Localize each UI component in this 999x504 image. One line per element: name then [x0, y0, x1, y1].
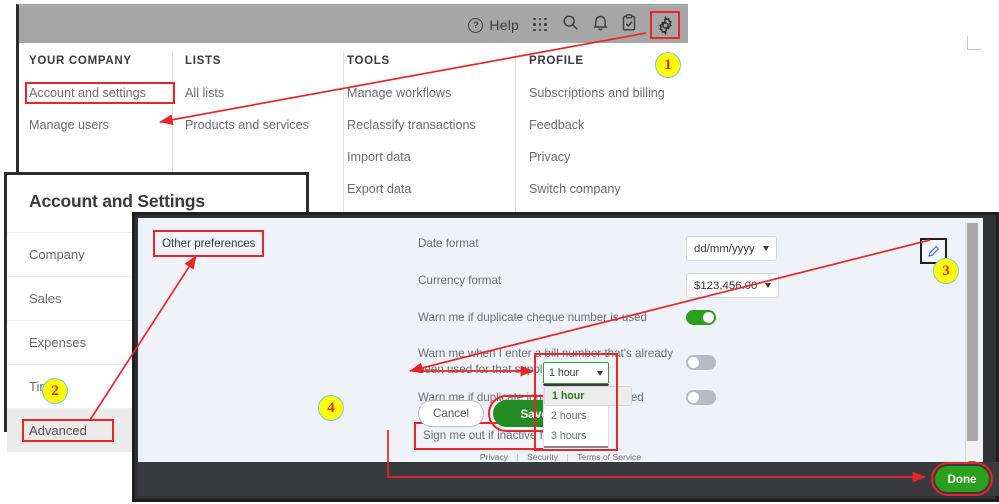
screenshot-root: ? Help YOUR COMPANY Account and settings… [0, 0, 999, 504]
scrollbar-thumb[interactable] [967, 223, 978, 441]
search-icon[interactable] [562, 14, 579, 36]
form-row-duplicate-cheque: Warn me if duplicate cheque number is us… [418, 310, 838, 334]
corner-crop-mark [967, 36, 981, 50]
menu-divider [515, 51, 516, 213]
menu-item-manage-users[interactable]: Manage users [29, 118, 171, 132]
duplicate-journal-toggle[interactable] [686, 390, 716, 405]
menu-column-your-company: YOUR COMPANY Account and settings Manage… [25, 55, 175, 150]
menu-item-feedback[interactable]: Feedback [529, 118, 699, 132]
topbar-icon-group: ? Help [468, 6, 680, 44]
option-1-hour[interactable]: 1 hour [544, 386, 632, 406]
duplicate-bill-toggle[interactable] [686, 355, 716, 370]
field-label: Warn me if duplicate cheque number is us… [418, 311, 647, 324]
menu-column-heading: YOUR COMPANY [29, 55, 132, 67]
sidebar-item-label: Company [29, 247, 85, 262]
app-topbar: ? Help [19, 5, 688, 43]
other-preferences-dialog: Other preferences Date format dd/mm/yyyy [132, 212, 999, 502]
menu-item-export-data[interactable]: Export data [347, 182, 507, 196]
chevron-down-icon [765, 283, 772, 288]
clipboard-check-icon[interactable] [622, 14, 636, 36]
legal-links: Privacy | Security | Terms of Service [138, 452, 983, 462]
field-label: Date format [418, 237, 479, 250]
date-format-value: dd/mm/yyyy [694, 242, 755, 255]
legal-separator: | [566, 452, 569, 462]
security-link[interactable]: Security [527, 452, 558, 462]
menu-item-reclassify-transactions[interactable]: Reclassify transactions [347, 118, 507, 132]
sidebar-item-label: Expenses [29, 335, 87, 350]
menu-column-profile: PROFILE Subscriptions and billing Feedba… [529, 55, 699, 214]
help-label: Help [489, 17, 519, 33]
option-2-hours[interactable]: 2 hours [544, 406, 608, 426]
dropdown-bottom-edge [544, 446, 608, 450]
form-row-date-format: Date format dd/mm/yyyy [418, 236, 838, 261]
preferences-form: Date format dd/mm/yyyy Currency format $… [413, 236, 838, 462]
duplicate-cheque-toggle[interactable] [686, 310, 716, 325]
gear-settings-icon [658, 15, 672, 35]
sidebar-item-label: Sales [29, 291, 62, 306]
pencil-edit-icon [928, 245, 940, 257]
menu-column-heading: LISTS [185, 55, 222, 67]
tab-other-preferences[interactable]: Other preferences [152, 230, 265, 257]
form-row-currency-format: Currency format $123,456.00 [418, 273, 838, 298]
date-format-select[interactable]: dd/mm/yyyy [686, 236, 777, 261]
inactive-duration-trigger[interactable]: 1 hour [543, 362, 609, 384]
menu-column-tools: TOOLS Manage workflows Reclassify transa… [347, 55, 507, 214]
callout-badge-1: 1 [655, 52, 681, 78]
sign-out-inactive-label: Sign me out if inactive for [413, 422, 563, 450]
menu-item-switch-company[interactable]: Switch company [529, 182, 699, 196]
cancel-button[interactable]: Cancel [418, 400, 485, 427]
dialog-scrollbar[interactable] [965, 222, 978, 468]
menu-item-products-and-services[interactable]: Products and services [185, 118, 345, 132]
done-button[interactable]: Done [931, 462, 993, 496]
legal-separator: | [516, 452, 519, 462]
inactive-duration-dropdown: 1 hour 1 hour 2 hours 3 hours [543, 362, 632, 451]
menu-column-lists: LISTS All lists Products and services [185, 55, 345, 150]
currency-format-select[interactable]: $123,456.00 [686, 273, 780, 298]
menu-item-subscriptions-and-billing[interactable]: Subscriptions and billing [529, 86, 699, 100]
page-title: Account and Settings [29, 191, 205, 211]
option-3-hours[interactable]: 3 hours [544, 426, 608, 446]
grid-apps-icon[interactable] [533, 17, 548, 33]
chevron-down-icon [762, 246, 769, 251]
field-label: Currency format [418, 274, 502, 287]
inactive-duration-value: 1 hour [549, 367, 580, 379]
menu-item-import-data[interactable]: Import data [347, 150, 507, 164]
chevron-down-icon [597, 370, 603, 376]
currency-format-value: $123,456.00 [694, 279, 758, 292]
inactive-duration-options: 1 hour 2 hours 3 hours [543, 384, 632, 451]
menu-column-heading: TOOLS [347, 55, 390, 67]
privacy-link[interactable]: Privacy [480, 452, 508, 462]
bell-notification-icon[interactable] [593, 14, 608, 36]
dialog-footer: Done [138, 462, 999, 496]
callout-badge-3: 3 [933, 258, 959, 284]
menu-item-manage-workflows[interactable]: Manage workflows [347, 86, 507, 100]
callout-badge-2: 2 [42, 378, 68, 404]
form-row-duplicate-bill: Warn me when I enter a bill number that'… [418, 346, 838, 378]
menu-item-privacy[interactable]: Privacy [529, 150, 699, 164]
help-button[interactable]: ? Help [468, 17, 519, 33]
sidebar-item-label: Advanced [22, 419, 114, 442]
menu-item-account-and-settings[interactable]: Account and settings [25, 82, 175, 104]
menu-item-all-lists[interactable]: All lists [185, 86, 345, 100]
gear-settings-button[interactable] [650, 11, 680, 39]
callout-badge-4: 4 [318, 395, 344, 421]
terms-of-service-link[interactable]: Terms of Service [577, 452, 641, 462]
question-circle-icon: ? [468, 17, 484, 33]
form-row-sign-me-out: Sign me out if inactive for [413, 422, 838, 450]
